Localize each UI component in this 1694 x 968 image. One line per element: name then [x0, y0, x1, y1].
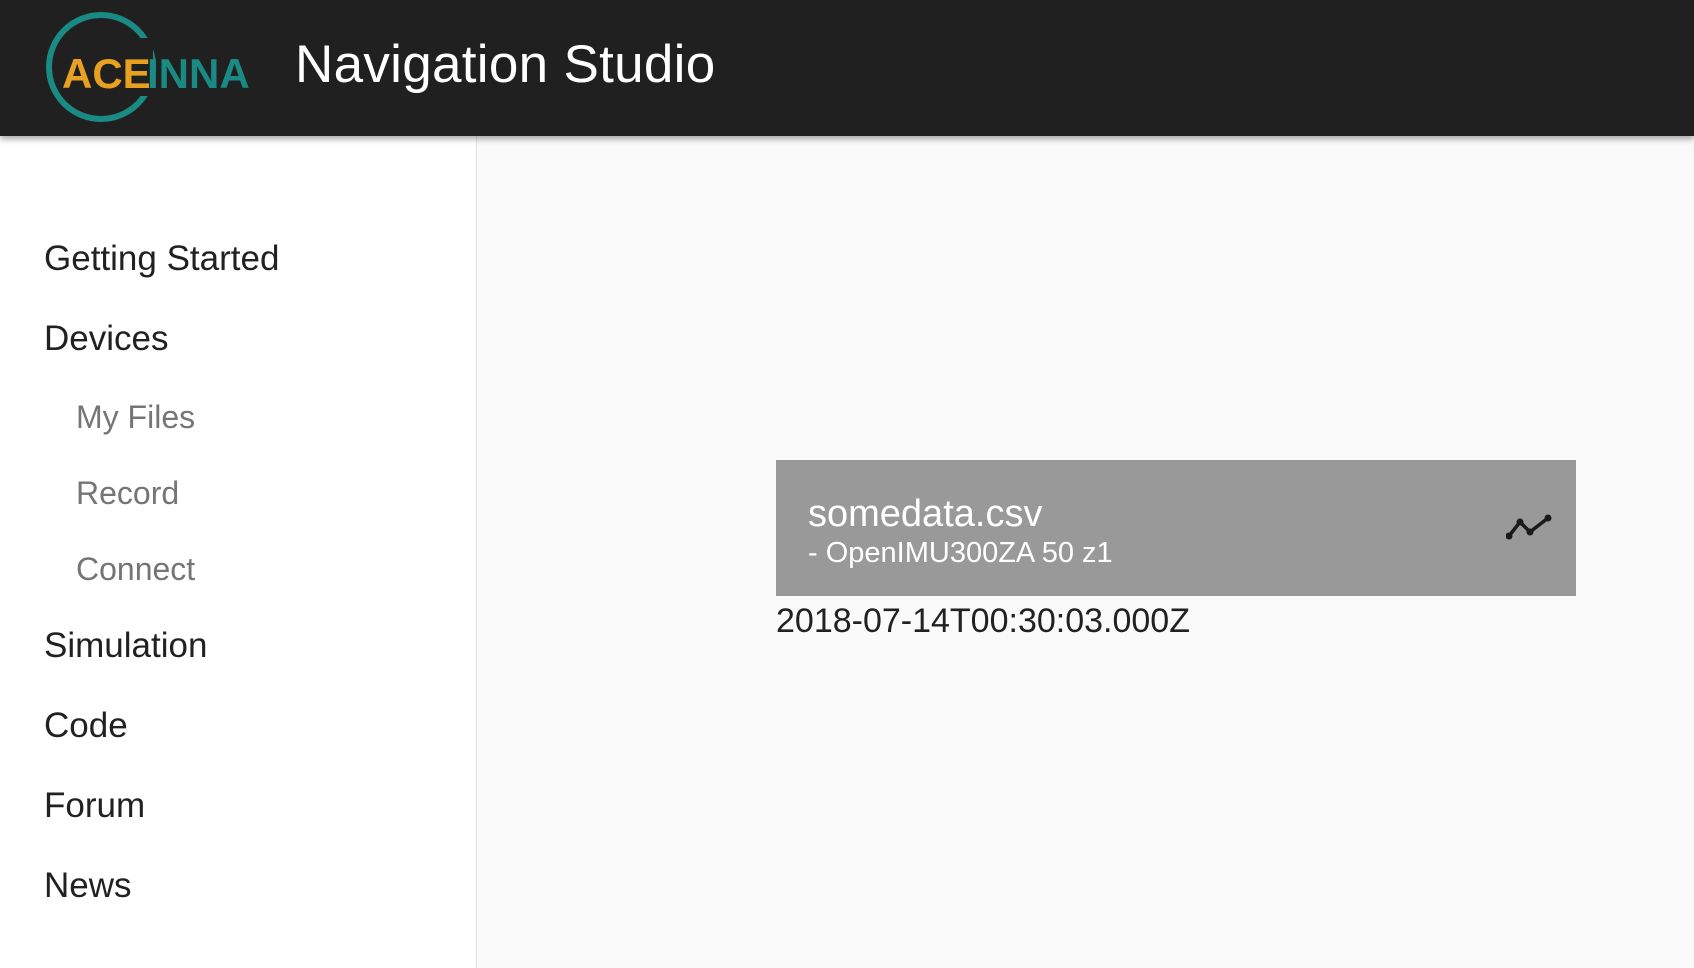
sidebar-item-forum[interactable]: Forum [44, 785, 145, 827]
file-device-subtitle: - OpenIMU300ZA 50 z1 [808, 537, 1113, 569]
app-root: ACE INNA Navigation Studio Getting Start… [0, 0, 1694, 968]
file-name: somedata.csv [808, 493, 1043, 535]
sidebar-item-news[interactable]: News [44, 865, 132, 907]
sidebar-item-devices[interactable]: Devices [44, 318, 168, 360]
sidebar-item-connect[interactable]: Connect [76, 549, 195, 589]
logo-inna-text: INNA [147, 50, 250, 97]
file-timestamp: 2018-07-14T00:30:03.000Z [776, 602, 1190, 640]
logo-ace-text: ACE [62, 50, 151, 97]
sidebar-item-getting-started[interactable]: Getting Started [44, 238, 279, 280]
aceinna-logo[interactable]: ACE INNA [44, 8, 254, 126]
show-chart-icon [1506, 514, 1552, 540]
top-app-bar: ACE INNA Navigation Studio [0, 0, 1694, 136]
app-title: Navigation Studio [295, 35, 716, 94]
sidebar-item-simulation[interactable]: Simulation [44, 625, 207, 667]
sidebar-nav: Getting Started Devices My Files Record … [0, 136, 477, 968]
sidebar-item-code[interactable]: Code [44, 705, 128, 747]
sidebar-item-my-files[interactable]: My Files [76, 397, 195, 437]
file-card[interactable]: somedata.csv - OpenIMU300ZA 50 z1 [776, 460, 1576, 596]
sidebar-item-record[interactable]: Record [76, 473, 179, 513]
show-chart-button[interactable] [1504, 504, 1554, 550]
